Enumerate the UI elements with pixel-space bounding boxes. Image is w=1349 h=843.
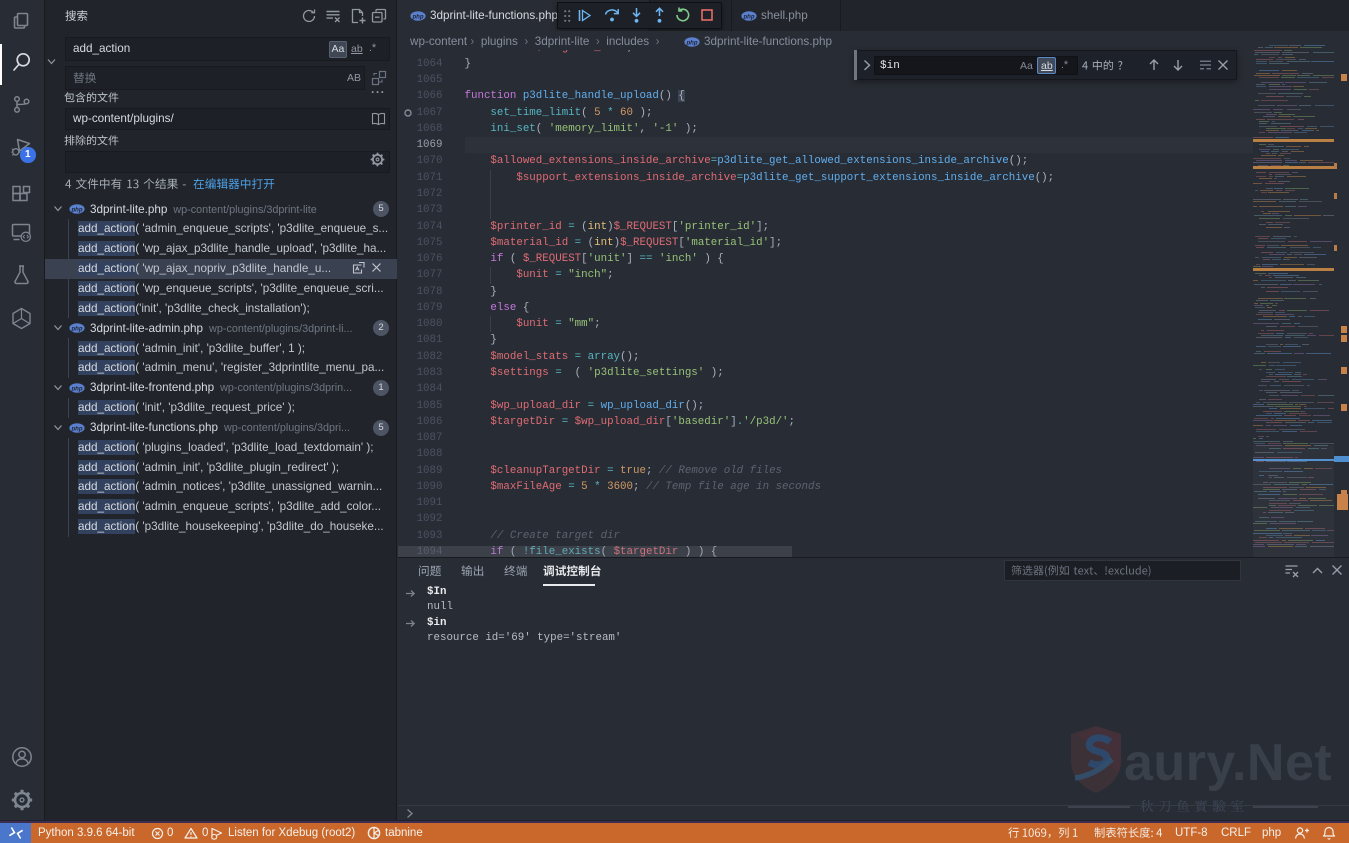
svg-text:php: php [71,208,83,214]
svg-text:php: php [412,14,424,20]
svg-text:php: php [686,40,698,46]
svg-text:php: php [71,327,83,333]
svg-text:php: php [71,426,83,432]
svg-text:php: php [743,14,755,20]
svg-text:php: php [71,386,83,392]
